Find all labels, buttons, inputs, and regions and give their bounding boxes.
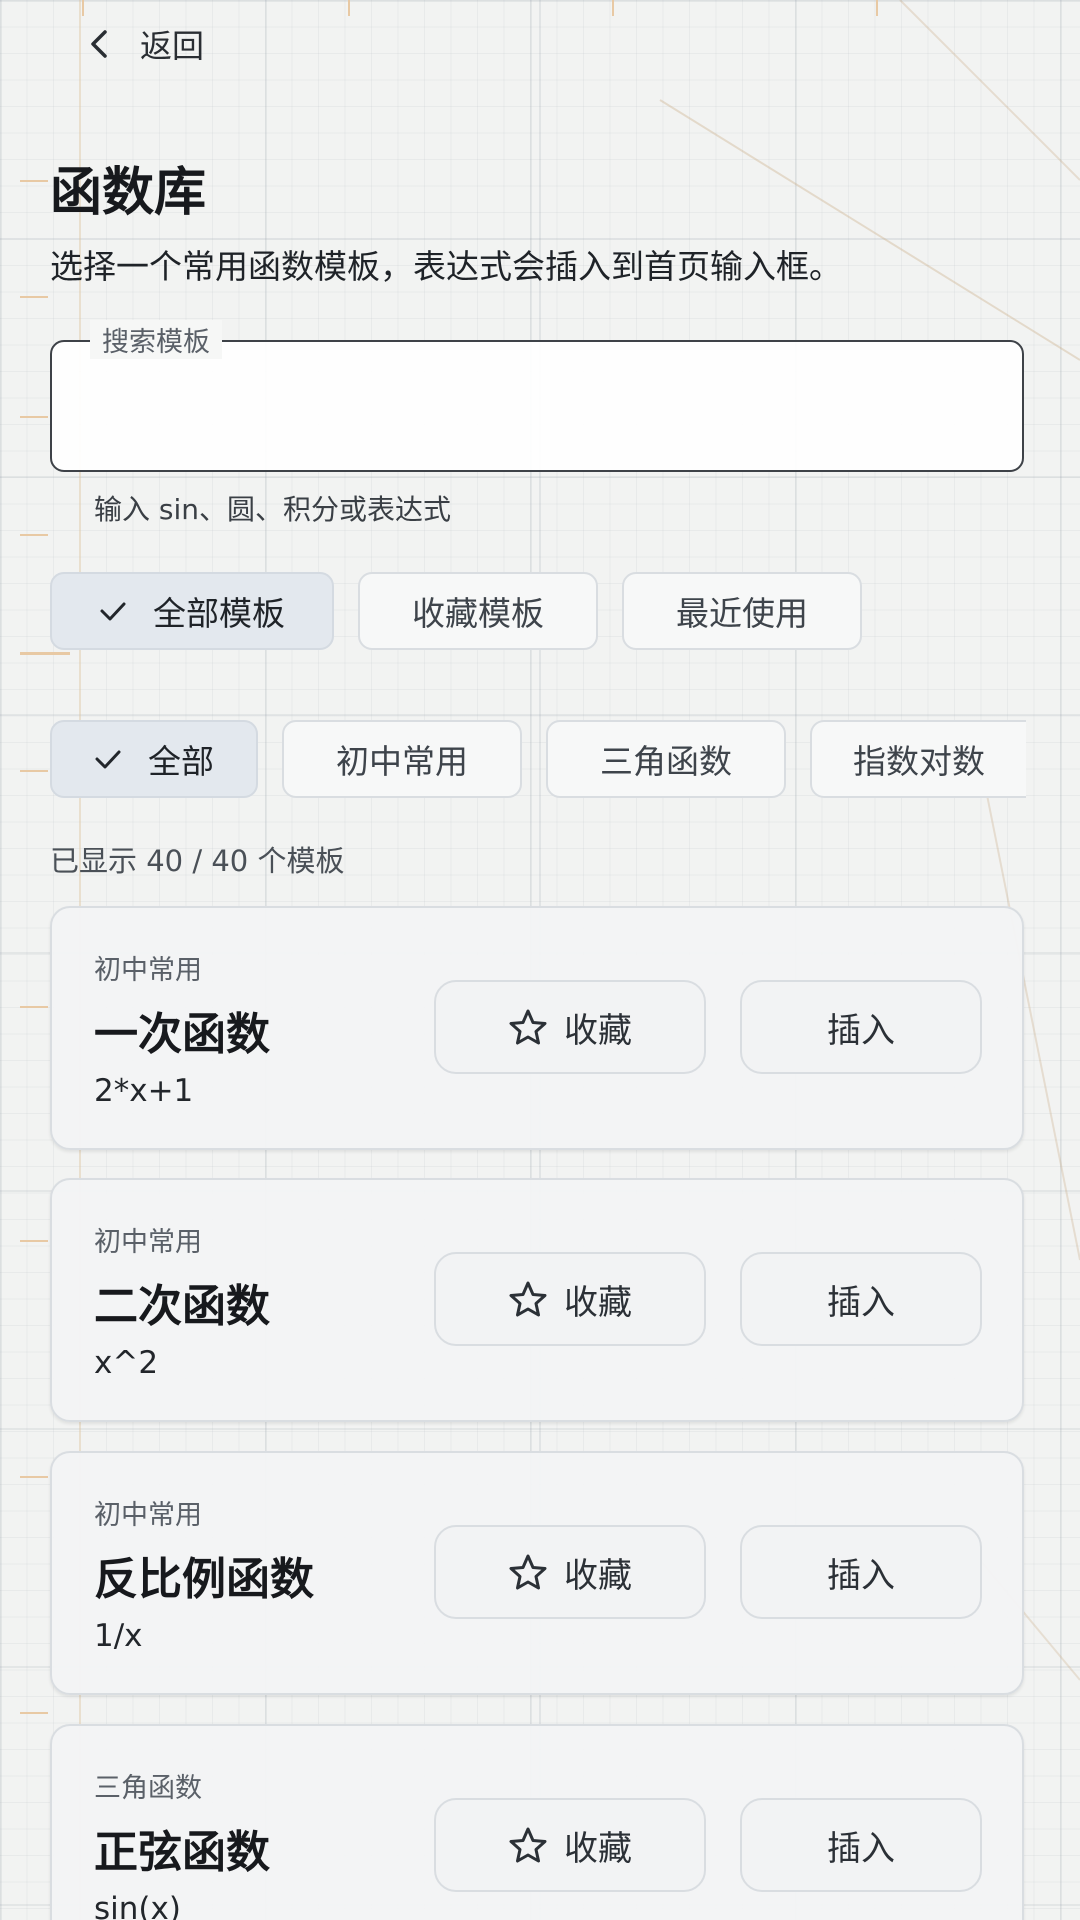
chip-label: 指数对数 (853, 742, 985, 781)
chip-category-trig[interactable]: 三角函数 (546, 720, 786, 798)
chip-label: 全部模板 (153, 594, 285, 633)
chip-recent[interactable]: 最近使用 (622, 572, 862, 650)
insert-button[interactable]: 插入 (740, 1525, 982, 1619)
template-card: 初中常用 二次函数 x^2 收藏 插入 (50, 1178, 1024, 1422)
back-label: 返回 (140, 27, 205, 65)
template-category: 初中常用 (94, 955, 202, 986)
chip-all-templates[interactable]: 全部模板 (50, 572, 334, 650)
insert-label: 插入 (827, 1555, 895, 1596)
chevron-left-icon (91, 30, 107, 58)
page-title: 函数库 (50, 163, 207, 223)
template-card: 初中常用 一次函数 2*x+1 收藏 插入 (50, 906, 1024, 1150)
chip-label: 初中常用 (336, 742, 468, 781)
favorite-button[interactable]: 收藏 (434, 1252, 706, 1346)
insert-label: 插入 (827, 1282, 895, 1323)
check-icon (95, 750, 121, 769)
search-box (50, 340, 1024, 472)
check-icon (100, 602, 126, 621)
scope-filter-row: 全部模板 收藏模板 最近使用 (50, 572, 862, 650)
favorite-button[interactable]: 收藏 (434, 1798, 706, 1892)
favorite-button[interactable]: 收藏 (434, 980, 706, 1074)
template-card: 三角函数 正弦函数 sin(x) 收藏 插入 (50, 1724, 1024, 1920)
star-outline-icon (509, 1009, 547, 1045)
favorite-label: 收藏 (564, 1555, 632, 1596)
template-name: 正弦函数 (94, 1827, 270, 1878)
template-category: 初中常用 (94, 1227, 202, 1258)
template-expression: sin(x) (94, 1891, 181, 1920)
favorite-button[interactable]: 收藏 (434, 1525, 706, 1619)
favorite-label: 收藏 (564, 1010, 632, 1051)
star-outline-icon (509, 1554, 547, 1590)
chip-category-all[interactable]: 全部 (50, 720, 258, 798)
search-input[interactable] (92, 382, 972, 442)
page-subtitle: 选择一个常用函数模板，表达式会插入到首页输入框。 (50, 247, 842, 286)
chip-label: 收藏模板 (412, 594, 544, 633)
search-label: 搜索模板 (90, 320, 222, 359)
template-name: 二次函数 (94, 1281, 270, 1332)
insert-label: 插入 (827, 1828, 895, 1869)
template-name: 一次函数 (94, 1009, 270, 1060)
template-count: 已显示 40 / 40 个模板 (50, 844, 345, 878)
template-expression: x^2 (94, 1345, 159, 1381)
template-card: 初中常用 反比例函数 1/x 收藏 插入 (50, 1451, 1024, 1695)
search-field: 搜索模板 (50, 320, 1024, 472)
template-name: 反比例函数 (94, 1554, 314, 1605)
favorite-label: 收藏 (564, 1282, 632, 1323)
search-helper-text: 输入 sin、圆、积分或表达式 (94, 493, 452, 526)
insert-button[interactable]: 插入 (740, 980, 982, 1074)
star-outline-icon (509, 1281, 547, 1317)
chip-favorite-templates[interactable]: 收藏模板 (358, 572, 598, 650)
template-expression: 1/x (94, 1618, 143, 1654)
insert-label: 插入 (827, 1010, 895, 1051)
chip-category-junior[interactable]: 初中常用 (282, 720, 522, 798)
chip-category-exp-log[interactable]: 指数对数 (810, 720, 1026, 798)
category-filter-row: 全部 初中常用 三角函数 指数对数 (50, 720, 1026, 798)
chip-label: 最近使用 (676, 594, 808, 633)
chip-label: 三角函数 (600, 742, 732, 781)
insert-button[interactable]: 插入 (740, 1252, 982, 1346)
chip-label: 全部 (148, 742, 214, 781)
template-category: 初中常用 (94, 1500, 202, 1531)
favorite-label: 收藏 (564, 1828, 632, 1869)
star-outline-icon (509, 1827, 547, 1863)
insert-button[interactable]: 插入 (740, 1798, 982, 1892)
template-category: 三角函数 (94, 1773, 202, 1804)
back-button[interactable]: 返回 (88, 14, 204, 74)
template-expression: 2*x+1 (94, 1073, 194, 1109)
